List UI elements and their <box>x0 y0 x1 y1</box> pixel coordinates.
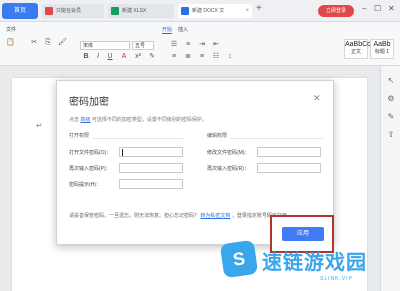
edit-permission-title: 编辑权限 <box>207 133 228 139</box>
style-sample: AaBbCcDd <box>345 41 380 48</box>
hint-suffix: 可选择不同的加密类型，设置不同级别的密码保护。 <box>91 117 207 123</box>
watermark-text: 速链游戏园 <box>262 250 367 274</box>
close-icon[interactable]: ✕ <box>313 93 321 104</box>
close-tab-icon[interactable]: × <box>245 4 249 18</box>
paste-icon[interactable]: 📋 <box>6 39 15 47</box>
share-icon[interactable]: ⇪ <box>386 130 396 140</box>
superscript-icon[interactable]: x² <box>134 53 142 61</box>
title-bar: 首页 只能在会员 新建 XLSX 新建 DOCX 文 × + 立即登录 – ☐ … <box>0 0 400 22</box>
maximize-icon[interactable]: ☐ <box>374 4 381 13</box>
section-divider <box>93 138 183 139</box>
underline-icon[interactable]: U <box>106 53 114 61</box>
tab-label: 只能在会员 <box>56 8 82 14</box>
outdent-icon[interactable]: ⇤ <box>212 41 220 49</box>
home-tab[interactable]: 首页 <box>2 3 38 19</box>
dialog-note: 请妥善保管密码，一旦遗忘，则无法恢复。担心忘记密码？ 转为私密文档 ，登录指定账… <box>69 212 292 219</box>
edit-icon[interactable]: ✎ <box>386 112 396 122</box>
justify-icon[interactable]: ☷ <box>212 53 220 61</box>
settings-icon[interactable]: ⚙ <box>386 94 396 104</box>
dialog-title: 密码加密 <box>69 97 109 108</box>
watermark-subtext: SLINK.VIP <box>320 276 353 282</box>
confirm-edit-password-label: 再次输入密码(R)： <box>207 166 249 172</box>
tab-document-1[interactable]: 只能在会员 <box>42 4 104 18</box>
menu-home[interactable]: 开始 <box>162 26 173 34</box>
italic-icon[interactable]: I <box>94 53 102 61</box>
style-heading-1[interactable]: AaBb 标题 1 <box>370 39 394 59</box>
open-password-label: 打开文件密码(O)： <box>69 150 112 156</box>
password-hint-input[interactable] <box>119 179 183 189</box>
advanced-link[interactable]: 高级 <box>80 117 90 123</box>
section-divider <box>231 138 323 139</box>
login-button[interactable]: 立即登录 <box>318 5 354 17</box>
style-sample: AaBb <box>373 41 391 48</box>
watermark-logo-icon: S <box>219 239 259 279</box>
confirm-open-password-label: 再次输入密码(P)： <box>69 166 111 172</box>
style-normal[interactable]: AaBbCcDd 正文 <box>344 39 380 59</box>
ribbon-toolbar: 文件 开始 插入 📋 ✂ ⎘ 🖌 宋体 五号 B I U A x² ✎ ☰ ≡ … <box>0 22 400 66</box>
line-spacing-icon[interactable]: ↕ <box>226 53 234 61</box>
spreadsheet-icon <box>111 7 119 15</box>
new-tab-button[interactable]: + <box>256 3 262 14</box>
close-window-icon[interactable]: ✕ <box>388 4 395 13</box>
font-size-select[interactable]: 五号 <box>132 41 154 50</box>
font-color-icon[interactable]: A <box>120 53 128 61</box>
align-center-icon[interactable]: ≣ <box>184 53 192 61</box>
font-family-select[interactable]: 宋体 <box>80 41 130 50</box>
menu-insert[interactable]: 插入 <box>178 26 188 33</box>
password-hint-label: 密码提示(H)： <box>69 182 101 188</box>
tab-spreadsheet[interactable]: 新建 XLSX <box>108 4 174 18</box>
private-doc-link[interactable]: 转为私密文档 <box>200 213 230 219</box>
pointer-icon[interactable]: ↖ <box>386 76 396 86</box>
right-side-panel: ↖ ⚙ ✎ ⇪ <box>380 66 400 291</box>
cut-icon[interactable]: ✂ <box>30 39 38 47</box>
text-caret <box>122 149 123 156</box>
note-prefix: 请妥善保管密码，一旦遗忘，则无法恢复。担心忘记密码？ <box>69 213 200 219</box>
writer-doc-icon <box>181 7 189 15</box>
paragraph-mark-icon: ↵ <box>36 121 43 130</box>
menu-file[interactable]: 文件 <box>6 26 16 33</box>
bullet-list-icon[interactable]: ☰ <box>170 41 178 49</box>
edit-password-input[interactable] <box>257 147 321 157</box>
apply-button[interactable]: 应用 <box>282 227 324 241</box>
minimize-icon[interactable]: – <box>362 4 366 13</box>
style-name: 标题 1 <box>374 49 390 55</box>
open-password-input[interactable] <box>119 147 183 157</box>
hint-prefix: 点击 <box>69 117 80 123</box>
format-painter-icon[interactable]: 🖌 <box>58 39 67 47</box>
numbered-list-icon[interactable]: ≡ <box>184 41 192 49</box>
confirm-edit-password-input[interactable] <box>257 163 321 173</box>
wps-doc-icon <box>45 7 53 15</box>
open-permission-title: 打开权限 <box>69 133 90 139</box>
align-left-icon[interactable]: ≡ <box>170 53 178 61</box>
align-right-icon[interactable]: ≡ <box>198 53 206 61</box>
tab-label: 新建 DOCX 文 <box>192 8 225 14</box>
confirm-open-password-input[interactable] <box>119 163 183 173</box>
edit-password-label: 修改文件密码(M)： <box>207 150 250 156</box>
copy-icon[interactable]: ⎘ <box>44 39 52 47</box>
style-name: 正文 <box>350 49 361 55</box>
tab-active-document[interactable]: 新建 DOCX 文 × <box>178 4 252 18</box>
site-watermark: S 速链游戏园 SLINK.VIP <box>219 239 382 290</box>
dialog-hint: 点击 高级 可选择不同的加密类型，设置不同级别的密码保护。 <box>69 116 207 123</box>
indent-icon[interactable]: ⇥ <box>198 41 206 49</box>
bold-icon[interactable]: B <box>82 53 90 61</box>
highlight-icon[interactable]: ✎ <box>148 53 156 61</box>
tab-label: 新建 XLSX <box>122 8 147 14</box>
